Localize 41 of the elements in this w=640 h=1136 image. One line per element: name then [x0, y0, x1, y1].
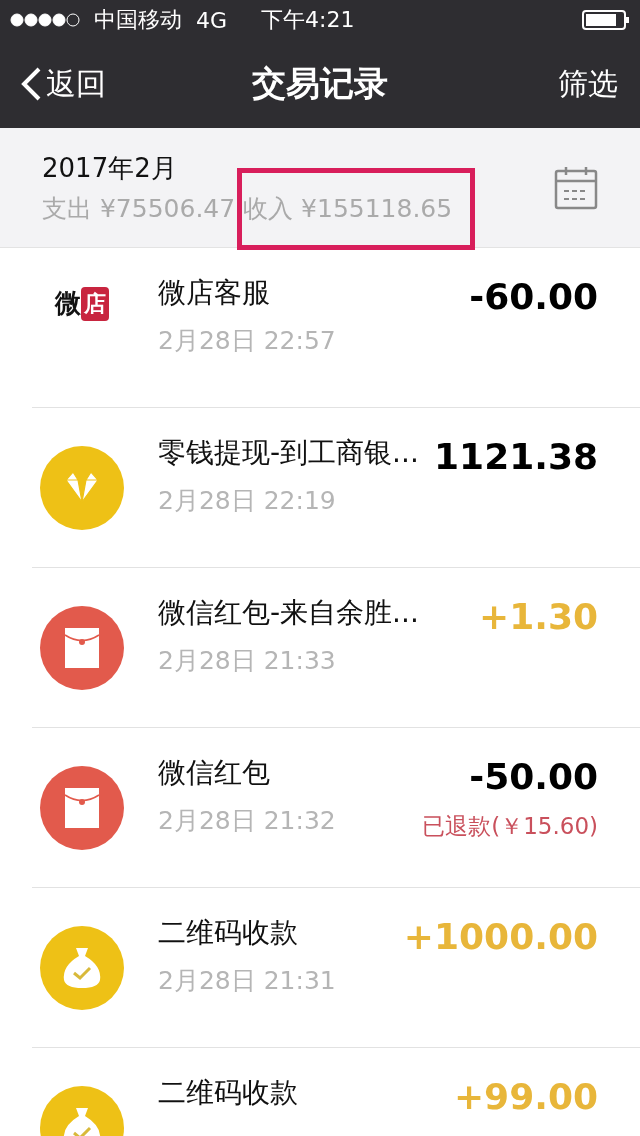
network-label: 4G [196, 7, 228, 33]
transaction-title: 微店客服 [158, 276, 271, 310]
transaction-title: 二维码收款 [158, 916, 299, 950]
carrier-label: 中国移动 [94, 6, 182, 34]
filter-button[interactable]: 筛选 [558, 63, 618, 105]
transaction-amount: +1000.00 [403, 916, 598, 957]
transaction-row[interactable]: 微信红包-来自余胜... 2月28日 21:33 +1.30 [32, 568, 640, 728]
envelope-icon [40, 766, 124, 850]
expense-total: 支出 ¥75506.47 [42, 192, 236, 225]
envelope-icon [40, 606, 124, 690]
transaction-row[interactable]: 微店 微店客服 2月28日 22:57 -60.00 [32, 248, 640, 408]
refund-note: 已退款(￥15.60) [422, 812, 598, 841]
battery-icon [582, 10, 630, 30]
back-button[interactable]: 返回 [20, 63, 106, 105]
transaction-amount: -50.00 [469, 756, 598, 797]
transaction-title: 微信红包-来自余胜... [158, 596, 420, 630]
transaction-row[interactable]: 二维码收款 2月28日 21:31 +1000.00 [32, 888, 640, 1048]
shop-logo: 微店 [55, 286, 109, 321]
page-title: 交易记录 [252, 62, 388, 105]
calendar-icon[interactable] [554, 165, 598, 210]
income-total: 收入 ¥155118.65 [243, 192, 453, 225]
transaction-amount: +1.30 [479, 596, 598, 637]
chevron-left-icon [20, 66, 42, 102]
transaction-time: 2月28日 21:33 [158, 645, 337, 677]
signal-icon [10, 13, 80, 27]
transaction-title: 二维码收款 [158, 1076, 299, 1110]
transaction-time: 2月28日 22:19 [158, 485, 337, 517]
month-label[interactable]: 2017年2月 [42, 150, 453, 186]
money-bag-icon [40, 926, 124, 1010]
transaction-time: 2月28日 21:32 [158, 805, 337, 837]
transaction-time: 2月28日 21:31 [158, 965, 337, 997]
transaction-amount: 1121.38 [434, 436, 598, 477]
transaction-time: 2月28日 22:57 [158, 325, 337, 357]
clock: 下午4:21 [261, 6, 355, 34]
transaction-amount: +99.00 [453, 1076, 598, 1117]
transaction-amount: -60.00 [469, 276, 598, 317]
transaction-title: 微信红包 [158, 756, 271, 790]
transaction-row[interactable]: 微信红包 2月28日 21:32 -50.00 已退款(￥15.60) [32, 728, 640, 888]
transaction-title: 零钱提现-到工商银... [158, 436, 420, 470]
transaction-row[interactable]: 零钱提现-到工商银... 2月28日 22:19 1121.38 [32, 408, 640, 568]
transaction-row[interactable]: 二维码收款 +99.00 [32, 1048, 640, 1136]
